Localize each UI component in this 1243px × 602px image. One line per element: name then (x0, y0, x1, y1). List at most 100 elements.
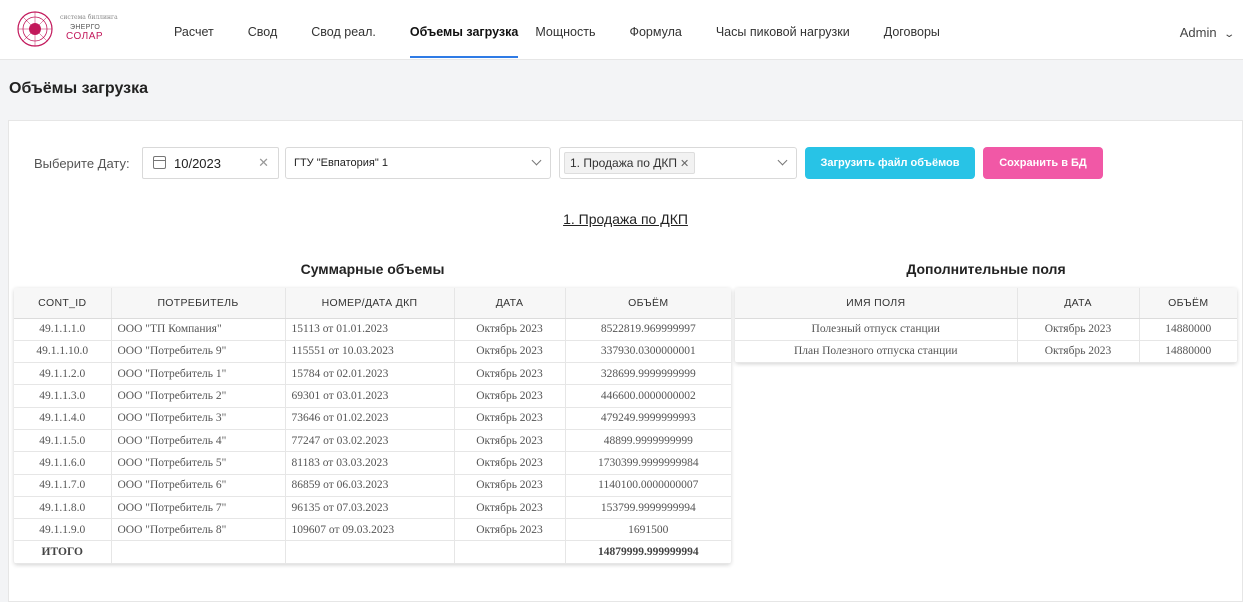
logo-word-solar: СОЛАР (66, 31, 104, 42)
table-cell: ООО "Потребитель 9" (111, 340, 286, 364)
table-cell: Октябрь 2023 (454, 451, 566, 475)
nav-item[interactable]: Формула (629, 0, 698, 58)
gtu-select[interactable]: ГТУ "Евпатория" 1 (285, 147, 551, 179)
table-row[interactable]: Полезный отпуск станции Октябрь 2023 14880… (735, 318, 1237, 341)
table-row[interactable]: 49.1.1.5.0 ООО "Потребитель 4" 77247 от 03… (14, 429, 731, 453)
table-cell: Октябрь 2023 (454, 318, 566, 341)
table-cell: 69301 от 03.01.2023 (285, 384, 455, 408)
column-header: ПОТРЕБИТЕЛЬ (111, 288, 286, 319)
table-cell: 49.1.1.8.0 (14, 496, 112, 520)
top-navbar: система биллинга ЭНЕРГО СОЛАР Расчет Свод… (0, 0, 1243, 60)
table-cell: 49.1.1.9.0 (14, 518, 112, 542)
logo-emblem-icon (17, 11, 53, 47)
chevron-down-icon (777, 155, 788, 166)
table-cell: 49.1.1.6.0 (14, 451, 112, 475)
table-cell: Октябрь 2023 (454, 518, 566, 542)
nav-item[interactable]: Мощность (535, 0, 612, 58)
table-cell: 1730399.9999999984 (565, 451, 731, 475)
table-cell: 73646 от 01.02.2023 (285, 407, 455, 430)
table-row[interactable]: 49.1.1.4.0 ООО "Потребитель 3" 73646 от 01… (14, 407, 731, 430)
table-row[interactable]: 49.1.1.7.0 ООО "Потребитель 6" 86859 от 06… (14, 474, 731, 497)
table-cell: 446600.0000000002 (565, 384, 731, 408)
table-row[interactable]: 49.1.1.10.0 ООО "Потребитель 9" 115551 от … (14, 340, 731, 364)
user-name: Admin (1179, 25, 1217, 40)
table-cell: ООО "Потребитель 2" (111, 384, 286, 408)
date-value: 10/2023 (174, 156, 221, 171)
logo[interactable]: система биллинга ЭНЕРГО СОЛАР (16, 10, 151, 48)
summary-table: CONT_ID ПОТРЕБИТЕЛЬ НОМЕР/ДАТА ДКП ДАТА ОБЪЁ… (14, 288, 731, 564)
column-header: ДАТА (1017, 288, 1140, 319)
nav-item[interactable]: Объемы загрузка (409, 0, 519, 58)
main-menu: Расчет Свод Свод реал. Объемы загрузка Мощно… (174, 0, 974, 60)
table-cell: 49.1.1.10.0 (14, 340, 112, 364)
extra-body: Полезный отпуск станции Октябрь 2023 14880… (735, 318, 1237, 364)
nav-item[interactable]: Расчет (174, 0, 231, 58)
table-cell: 15784 от 02.01.2023 (285, 362, 455, 386)
table-cell: 8522819.969999997 (565, 318, 731, 341)
table-cell (285, 540, 455, 564)
table-cell: ООО "Потребитель 3" (111, 407, 286, 430)
table-cell: 115551 от 10.03.2023 (285, 340, 455, 364)
table-cell: 86859 от 06.03.2023 (285, 474, 455, 497)
nav-item[interactable]: Часы пиковой нагрузки (716, 0, 867, 58)
table-row[interactable]: 49.1.1.6.0 ООО "Потребитель 5" 81183 от 03… (14, 451, 731, 475)
table-cell: ООО "Потребитель 6" (111, 474, 286, 497)
logo-word-energo: ЭНЕРГО (70, 24, 101, 31)
table-cell: 49.1.1.5.0 (14, 429, 112, 453)
table-cell: Октябрь 2023 (454, 384, 566, 408)
nav-item[interactable]: Договоры (884, 0, 957, 58)
section-title: 1. Продажа по ДКП (9, 211, 1242, 227)
date-picker[interactable]: 10/2023 ✕ (142, 147, 279, 179)
table-row[interactable]: 49.1.1.2.0 ООО "Потребитель 1" 15784 от 02… (14, 362, 731, 386)
save-to-db-button[interactable]: Сохранить в БД (983, 147, 1103, 179)
table-cell: 81183 от 03.03.2023 (285, 451, 455, 475)
table-cell: Октябрь 2023 (454, 429, 566, 453)
total-value: 14879999.999999994 (565, 540, 731, 564)
table-cell: ООО "Потребитель 1" (111, 362, 286, 386)
tag-remove-icon[interactable]: ✕ (680, 158, 689, 170)
sale-type-select[interactable]: 1. Продажа по ДКП ✕ (559, 147, 797, 179)
table-cell: 15113 от 01.01.2023 (285, 318, 455, 341)
table-row[interactable]: 49.1.1.9.0 ООО "Потребитель 8" 109607 от 0… (14, 518, 731, 542)
column-header: ИМЯ ПОЛЯ (735, 288, 1018, 319)
nav-item[interactable]: Свод реал. (311, 0, 393, 58)
gtu-value: ГТУ "Евпатория" 1 (294, 157, 388, 169)
table-cell: 49.1.1.2.0 (14, 362, 112, 386)
extra-header-row: ИМЯ ПОЛЯ ДАТА ОБЪЁМ (735, 288, 1237, 319)
table-cell: 337930.0300000001 (565, 340, 731, 364)
table-row[interactable]: 49.1.1.8.0 ООО "Потребитель 7" 96135 от 07… (14, 496, 731, 520)
column-header: ОБЪЁМ (1139, 288, 1237, 319)
total-label: ИТОГО (14, 540, 112, 564)
nav-item[interactable]: Свод (248, 0, 295, 58)
table-cell: 49.1.1.4.0 (14, 407, 112, 430)
table-cell: 48899.9999999999 (565, 429, 731, 453)
table-cell: 96135 от 07.03.2023 (285, 496, 455, 520)
column-header: ДАТА (454, 288, 566, 319)
total-row: ИТОГО 14879999.999999994 (14, 540, 731, 564)
tag-label: 1. Продажа по ДКП (570, 156, 678, 170)
column-header: НОМЕР/ДАТА ДКП (285, 288, 455, 319)
main-card: Выберите Дату: 10/2023 ✕ ГТУ "Евпатория"… (8, 120, 1243, 602)
table-cell (111, 540, 286, 564)
summary-title: Суммарные объемы (300, 261, 445, 277)
date-label: Выберите Дату: (34, 156, 130, 171)
table-cell: 14880000 (1139, 340, 1237, 364)
clear-icon[interactable]: ✕ (258, 155, 269, 171)
table-row[interactable]: План Полезного отпуска станции Октябрь 20… (735, 340, 1237, 364)
table-cell: 328699.9999999999 (565, 362, 731, 386)
upload-volumes-button[interactable]: Загрузить файл объёмов (805, 147, 975, 179)
user-menu[interactable]: Admin ⌄ (1179, 25, 1235, 40)
table-cell (454, 540, 566, 564)
table-cell: 49.1.1.7.0 (14, 474, 112, 497)
table-row[interactable]: 49.1.1.3.0 ООО "Потребитель 2" 69301 от 03… (14, 384, 731, 408)
table-cell: 77247 от 03.02.2023 (285, 429, 455, 453)
table-cell: 479249.9999999993 (565, 407, 731, 430)
table-cell: Октябрь 2023 (1017, 340, 1140, 364)
extra-title: Дополнительные поля (906, 261, 1066, 277)
table-cell: Октябрь 2023 (1017, 318, 1140, 341)
selected-tag: 1. Продажа по ДКП ✕ (564, 152, 696, 174)
column-header: CONT_ID (14, 288, 112, 319)
logo-caption: система биллинга (60, 14, 118, 21)
table-row[interactable]: 49.1.1.1.0 ООО "ТП Компания" 15113 от 01.0… (14, 318, 731, 341)
table-cell: Октябрь 2023 (454, 362, 566, 386)
